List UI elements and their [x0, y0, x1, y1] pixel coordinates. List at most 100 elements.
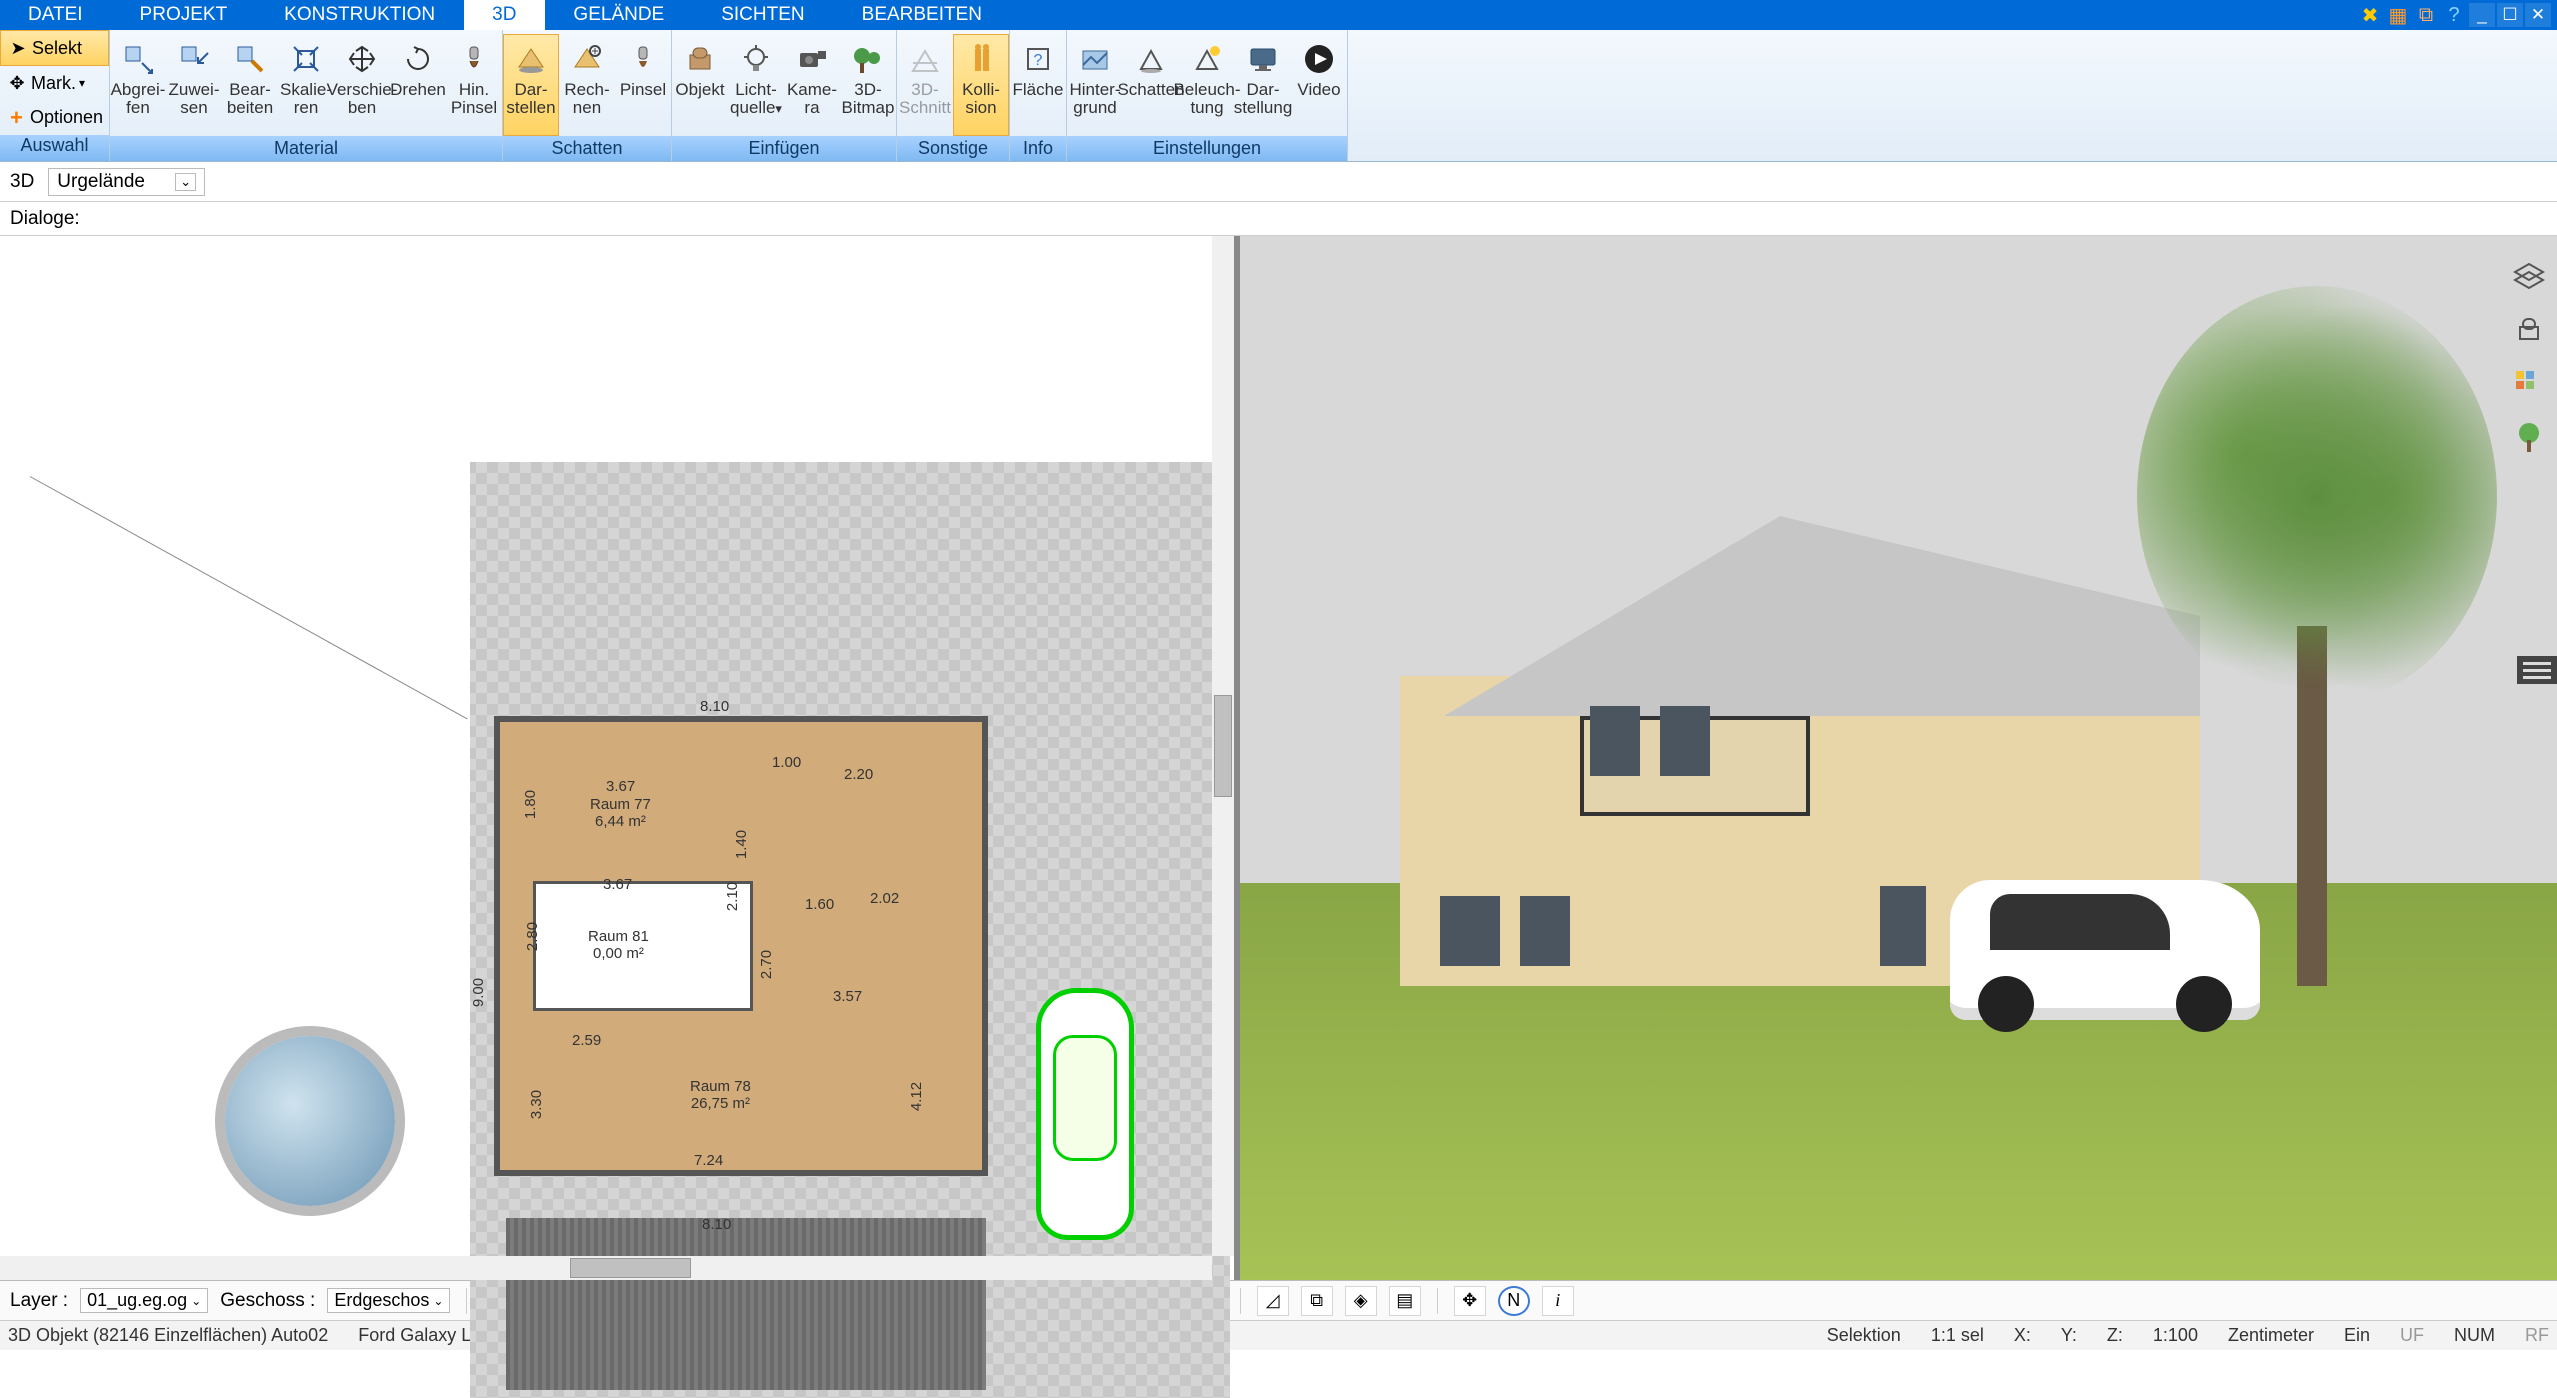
info-icon[interactable]: i: [1542, 1286, 1574, 1316]
ribbon-icon: [174, 39, 214, 79]
package-icon[interactable]: ▦: [2385, 3, 2411, 27]
ribbon-group-einfuegen: ObjektLicht- quelleKame- ra3D- Bitmap Ei…: [672, 30, 897, 161]
ribbon-label: Dar- stellung: [1234, 81, 1293, 117]
ribbon-button[interactable]: Abgrei- fen: [110, 34, 166, 136]
car-floorplan-selected[interactable]: [1036, 988, 1134, 1240]
layers-icon[interactable]: ⧉: [2413, 3, 2439, 27]
stack-icon[interactable]: ⧉: [1301, 1286, 1333, 1316]
dim: 1.60: [805, 896, 834, 913]
furniture-icon[interactable]: [2509, 310, 2549, 350]
ribbon-button[interactable]: Pinsel: [615, 34, 671, 136]
room-label: Raum 776,44 m²: [590, 796, 651, 830]
close-button[interactable]: ✕: [2525, 3, 2551, 27]
menu-tab-bearbeiten[interactable]: BEARBEITEN: [834, 0, 1011, 30]
layer-select[interactable]: 01_ug.eg.og⌄: [80, 1288, 208, 1313]
titlebar-controls: ✖ ▦ ⧉ ? _ ☐ ✕: [2357, 0, 2557, 30]
ribbon-label: Kolli- sion: [962, 81, 1000, 117]
menu-bar: DATEI PROJEKT KONSTRUKTION 3D GELÄNDE SI…: [0, 0, 2557, 30]
geschoss-select[interactable]: Erdgeschos⌄: [327, 1288, 450, 1313]
help-icon[interactable]: ?: [2441, 3, 2467, 27]
ribbon-button[interactable]: Beleuch- tung: [1179, 34, 1235, 136]
3d-view-pane[interactable]: [1240, 236, 2557, 1280]
ribbon-button[interactable]: Dar- stellen: [503, 34, 559, 136]
options-button[interactable]: + Optionen: [0, 101, 109, 135]
mark-icon: ✥: [6, 73, 28, 93]
ribbon-button[interactable]: Drehen: [390, 34, 446, 136]
ribbon-label: Abgrei- fen: [111, 81, 166, 117]
ribbon-button: 3D- Schnitt: [897, 34, 953, 136]
ribbon-button[interactable]: Schatten: [1123, 34, 1179, 136]
ribbon-label: Objekt: [675, 81, 724, 99]
maximize-button[interactable]: ☐: [2497, 3, 2523, 27]
menu-tab-datei[interactable]: DATEI: [0, 0, 112, 30]
menu-tab-gelaende[interactable]: GELÄNDE: [545, 0, 693, 30]
diamond-icon[interactable]: ◈: [1345, 1286, 1377, 1316]
ribbon-icon: [1243, 39, 1283, 79]
status-y: Y:: [2061, 1325, 2077, 1346]
ribbon-label: Dar- stellen: [506, 81, 555, 117]
tree-icon[interactable]: [2509, 418, 2549, 458]
ribbon-icon: [1075, 39, 1115, 79]
ribbon-button[interactable]: Hin. Pinsel: [446, 34, 502, 136]
ribbon-button[interactable]: Zuwei- sen: [166, 34, 222, 136]
group-label: Einstellungen: [1067, 136, 1347, 161]
geschoss-label: Geschoss :: [220, 1290, 315, 1312]
triangle-icon[interactable]: ◿: [1257, 1286, 1289, 1316]
stripes-icon[interactable]: ▤: [1389, 1286, 1421, 1316]
ribbon: ➤ Selekt ✥ Mark.▾ + Optionen Auswahl Abg…: [0, 30, 2557, 162]
ribbon-label: Verschie- ben: [327, 81, 398, 117]
layers-toggle-icon[interactable]: [2509, 256, 2549, 296]
ribbon-button[interactable]: Kame- ra: [784, 34, 840, 136]
ribbon-button[interactable]: Licht- quelle: [728, 34, 784, 136]
ribbon-label: Fläche: [1012, 81, 1063, 99]
ribbon-button[interactable]: Bear- beiten: [222, 34, 278, 136]
tools-icon[interactable]: ✖: [2357, 3, 2383, 27]
ribbon-button[interactable]: Video: [1291, 34, 1347, 136]
ribbon-label: Video: [1297, 81, 1340, 99]
vertical-scrollbar[interactable]: [1212, 236, 1234, 1256]
ribbon-button[interactable]: Dar- stellung: [1235, 34, 1291, 136]
ribbon-label: Hinter- grund: [1069, 81, 1120, 117]
mark-button[interactable]: ✥ Mark.▾: [0, 66, 109, 100]
floorplan-pane[interactable]: 8.10 9.00 3.67 1.80 3.67 2.80 2.59 3.30 …: [0, 236, 1240, 1280]
status-rf: RF: [2525, 1325, 2549, 1346]
menu-tab-sichten[interactable]: SICHTEN: [693, 0, 833, 30]
menu-tab-konstruktion[interactable]: KONSTRUKTION: [256, 0, 464, 30]
north-icon[interactable]: N: [1498, 1286, 1530, 1316]
ribbon-group-schatten: Dar- stellenRech- nenPinsel Schatten: [503, 30, 672, 161]
layer-combo[interactable]: Urgelände ⌄: [48, 168, 205, 196]
ribbon-label: Pinsel: [620, 81, 666, 99]
chevron-down-icon: ⌄: [175, 173, 196, 191]
ribbon-button[interactable]: Rech- nen: [559, 34, 615, 136]
ribbon-label: Skalie- ren: [280, 81, 332, 117]
ribbon-button[interactable]: Kolli- sion: [953, 34, 1009, 136]
move-icon[interactable]: ✥: [1454, 1286, 1486, 1316]
menu-tab-projekt[interactable]: PROJEKT: [112, 0, 257, 30]
group-label: Einfügen: [672, 136, 896, 161]
ribbon-label: Kame- ra: [787, 81, 837, 117]
layer-label: Layer :: [10, 1290, 68, 1312]
ribbon-button[interactable]: ? Fläche: [1010, 34, 1066, 136]
minimize-button[interactable]: _: [2469, 3, 2495, 27]
ribbon-icon: [1187, 39, 1227, 79]
group-label: Sonstige: [897, 136, 1009, 161]
status-selection: Selektion: [1827, 1325, 1901, 1346]
menu-tab-3d[interactable]: 3D: [464, 0, 545, 30]
ribbon-button[interactable]: Objekt: [672, 34, 728, 136]
deck-area: [506, 1218, 986, 1390]
color-palette-icon[interactable]: [2509, 364, 2549, 404]
panel-drag-handle[interactable]: [2517, 656, 2557, 684]
group-label: Info: [1010, 136, 1066, 161]
ribbon-icon: [398, 39, 438, 79]
ribbon-label: 3D- Schnitt: [899, 81, 951, 117]
ribbon-button[interactable]: Hinter- grund: [1067, 34, 1123, 136]
horizontal-scrollbar[interactable]: [0, 1256, 1212, 1280]
ribbon-button[interactable]: 3D- Bitmap: [840, 34, 896, 136]
select-button[interactable]: ➤ Selekt: [0, 30, 109, 66]
status-ratio: 1:1 sel: [1931, 1325, 1984, 1346]
status-scale: 1:100: [2153, 1325, 2198, 1346]
dim: 1.80: [522, 790, 539, 819]
ribbon-icon: ?: [1018, 39, 1058, 79]
mode-label: 3D: [10, 171, 34, 193]
ribbon-button[interactable]: Verschie- ben: [334, 34, 390, 136]
